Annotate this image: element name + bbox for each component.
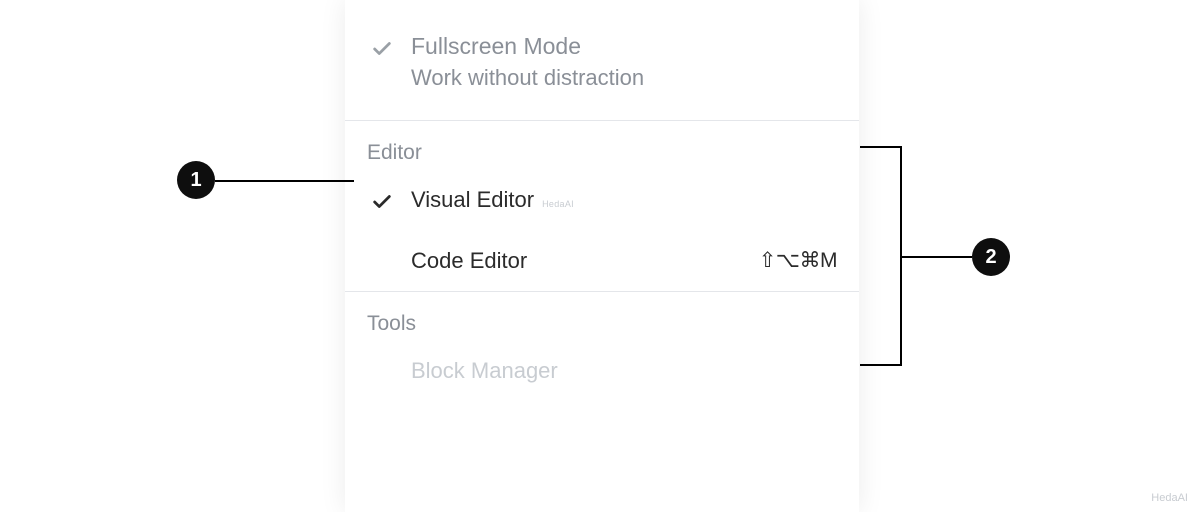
annotation-connector-1 bbox=[215, 180, 354, 182]
menu-item-label: Code Editor bbox=[411, 244, 527, 277]
annotation-number: 1 bbox=[190, 169, 201, 192]
menu-item-label: Visual EditorHedaAI bbox=[411, 183, 574, 216]
check-icon bbox=[371, 191, 393, 213]
section-tools: Tools Block Manager bbox=[345, 291, 859, 401]
section-heading-editor: Editor bbox=[345, 121, 859, 169]
menu-item-fullscreen[interactable]: Fullscreen Mode Work without distraction bbox=[345, 0, 859, 120]
annotation-badge-2: 2 bbox=[972, 238, 1010, 276]
watermark-footer: HedaAI bbox=[1151, 492, 1188, 504]
menu-item-code-editor[interactable]: Code Editor ⇧⌥⌘M bbox=[345, 230, 859, 291]
check-icon bbox=[371, 38, 393, 60]
annotation-number: 2 bbox=[985, 246, 996, 269]
section-editor: Editor Visual EditorHedaAI Code Editor ⇧… bbox=[345, 120, 859, 291]
dropdown-panel: Fullscreen Mode Work without distraction… bbox=[345, 0, 859, 512]
menu-item-title: Fullscreen Mode bbox=[411, 30, 837, 62]
menu-item-label: Block Manager bbox=[411, 354, 558, 387]
section-heading-tools: Tools bbox=[345, 292, 859, 340]
watermark-inline: HedaAI bbox=[542, 199, 574, 209]
menu-item-block-manager[interactable]: Block Manager bbox=[345, 340, 859, 401]
annotation-badge-1: 1 bbox=[177, 161, 215, 199]
annotation-bracket-2 bbox=[860, 146, 902, 366]
menu-item-description: Work without distraction bbox=[411, 62, 837, 94]
keyboard-shortcut: ⇧⌥⌘M bbox=[759, 248, 837, 273]
annotation-connector-2 bbox=[902, 256, 972, 258]
menu-item-visual-editor[interactable]: Visual EditorHedaAI bbox=[345, 169, 859, 230]
